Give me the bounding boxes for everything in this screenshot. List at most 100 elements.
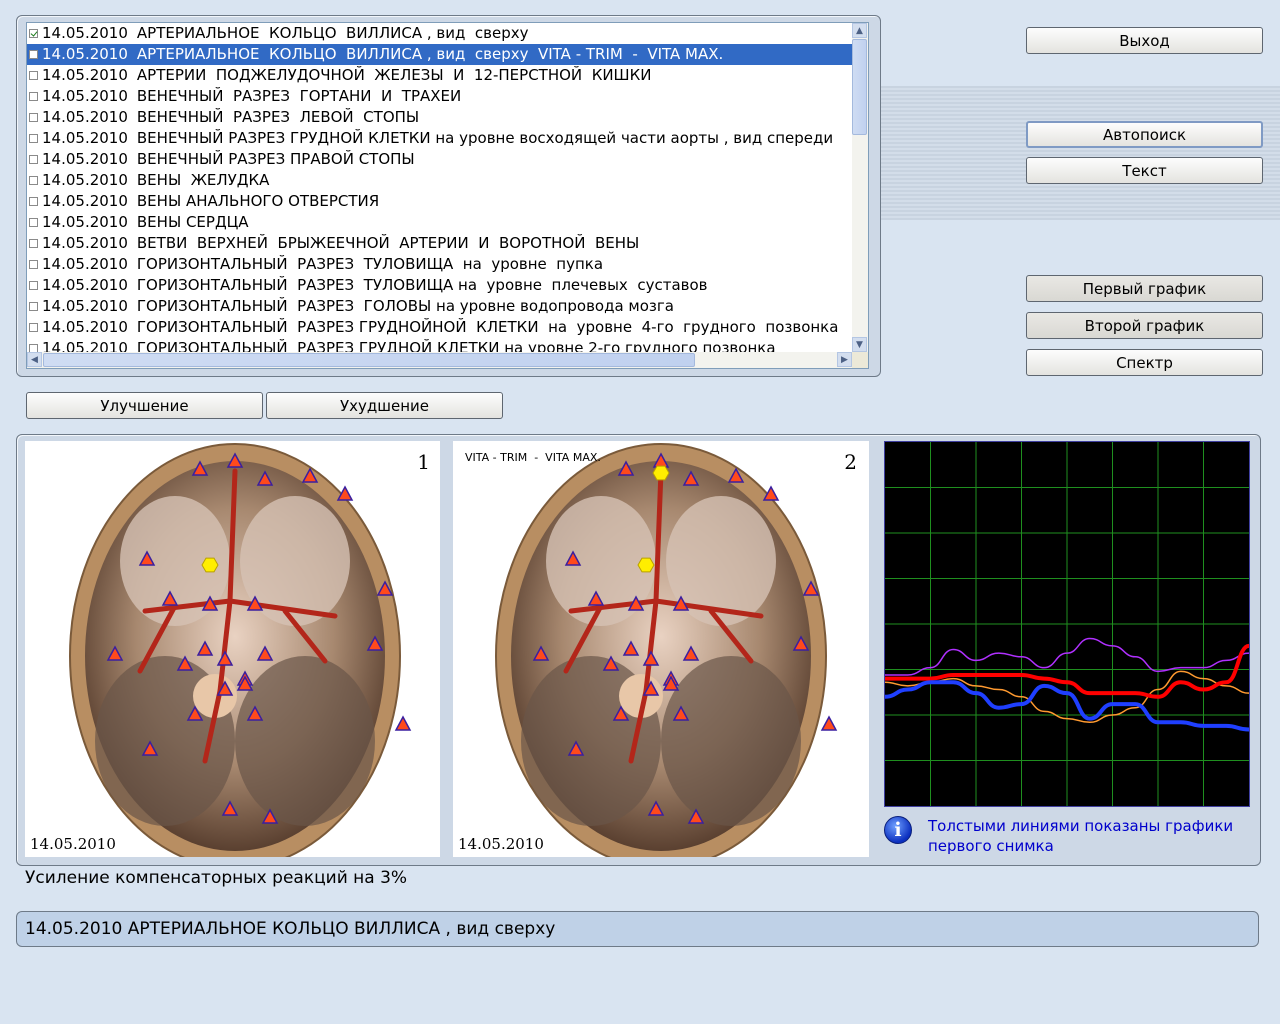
skull-illustration-2: [495, 443, 838, 857]
first-graph-button[interactable]: Первый график: [1026, 275, 1263, 302]
item-text: 14.05.2010 ГОРИЗОНТАЛЬНЫЙ РАЗРЕЗ ТУЛОВИЩА…: [41, 275, 708, 296]
list-item[interactable]: 14.05.2010 ВЕНЫ СЕРДЦА: [27, 212, 852, 233]
item-checkbox[interactable]: [29, 71, 38, 80]
autosearch-button[interactable]: Автопоиск: [1026, 121, 1263, 148]
list-item[interactable]: 14.05.2010 ГОРИЗОНТАЛЬНЫЙ РАЗРЕЗ ГРУДНОЙ …: [27, 338, 852, 352]
scan-image-2[interactable]: VITA - TRIM - VITA MAX. 2 14.05.2010: [453, 441, 869, 857]
item-text: 14.05.2010 ГОРИЗОНТАЛЬНЫЙ РАЗРЕЗ ТУЛОВИЩА…: [41, 254, 603, 275]
list-item[interactable]: 14.05.2010 ГОРИЗОНТАЛЬНЫЙ РАЗРЕЗ ТУЛОВИЩА…: [27, 254, 852, 275]
deterioration-button[interactable]: Ухудшение: [266, 392, 503, 419]
scroll-up-arrow-icon[interactable]: ▲: [852, 23, 867, 38]
list-item[interactable]: 14.05.2010 ВЕНЕЧНЫЙ РАЗРЕЗ ПРАВОЙ СТОПЫ: [27, 149, 852, 170]
item-checkbox[interactable]: [29, 218, 38, 227]
skull-fossa-right: [661, 656, 801, 826]
item-text: 14.05.2010 АРТЕРИИ ПОДЖЕЛУДОЧНОЙ ЖЕЛЕЗЫ И…: [41, 65, 651, 86]
info-text: Толстыми линиями показаны графики первог…: [928, 817, 1234, 855]
item-title: ВЕНЕЧНЫЙ РАЗРЕЗ ГРУДНОЙ КЛЕТКИ на уровне…: [136, 129, 834, 147]
item-text: 14.05.2010 ВЕНЫ ЖЕЛУДКА: [41, 170, 269, 191]
item-title: ГОРИЗОНТАЛЬНЫЙ РАЗРЕЗ ГРУДНОЙНОЙ КЛЕТКИ …: [136, 318, 839, 336]
item-title: ГОРИЗОНТАЛЬНЫЙ РАЗРЕЗ ГОЛОВЫ на уровне в…: [136, 297, 674, 315]
list-item[interactable]: 14.05.2010 ГОРИЗОНТАЛЬНЫЙ РАЗРЕЗ ТУЛОВИЩА…: [27, 275, 852, 296]
list-item[interactable]: 14.05.2010 АРТЕРИИ ПОДЖЕЛУДОЧНОЙ ЖЕЛЕЗЫ И…: [27, 65, 852, 86]
list-item[interactable]: 14.05.2010 ВЕНЕЧНЫЙ РАЗРЕЗ ГРУДНОЙ КЛЕТКИ…: [27, 128, 852, 149]
text-button[interactable]: Текст: [1026, 157, 1263, 184]
item-text: 14.05.2010 ГОРИЗОНТАЛЬНЫЙ РАЗРЕЗ ГРУДНОЙ …: [41, 338, 776, 352]
spectrum-button[interactable]: Спектр: [1026, 349, 1263, 376]
item-label: 14.05.2010: [42, 150, 128, 168]
selected-record-title: 14.05.2010 АРТЕРИАЛЬНОЕ КОЛЬЦО ВИЛЛИСА ,…: [16, 911, 1259, 947]
item-label: 14.05.2010: [42, 45, 128, 63]
vertical-scrollbar[interactable]: ▲ ▼: [852, 23, 868, 352]
item-label: 14.05.2010: [42, 129, 128, 147]
item-title: ВЕНЕЧНЫЙ РАЗРЕЗ ЛЕВОЙ СТОПЫ: [136, 108, 420, 126]
item-title: АРТЕРИИ ПОДЖЕЛУДОЧНОЙ ЖЕЛЕЗЫ И 12-ПЕРСТН…: [136, 66, 652, 84]
info-icon: i: [884, 816, 912, 844]
improvement-button[interactable]: Улучшение: [26, 392, 263, 419]
item-text: 14.05.2010 АРТЕРИАЛЬНОЕ КОЛЬЦО ВИЛЛИСА , …: [41, 23, 528, 44]
item-text: 14.05.2010 ВЕНЕЧНЫЙ РАЗРЕЗ ГРУДНОЙ КЛЕТКИ…: [41, 128, 833, 149]
list-item[interactable]: 14.05.2010 ВЕНЕЧНЫЙ РАЗРЕЗ ЛЕВОЙ СТОПЫ: [27, 107, 852, 128]
status-text: Усиление компенсаторных реакций на 3%: [25, 868, 408, 888]
list-item[interactable]: 14.05.2010 ВЕНЫ ЖЕЛУДКА: [27, 170, 852, 191]
item-text: 14.05.2010 ВЕНЫ СЕРДЦА: [41, 212, 249, 233]
item-title: ВЕНЕЧНЫЙ РАЗРЕЗ ГОРТАНИ И ТРАХЕИ: [136, 87, 462, 105]
image-number-1: 1: [417, 450, 430, 474]
item-label: 14.05.2010: [42, 234, 128, 252]
list-item[interactable]: 14.05.2010 АРТЕРИАЛЬНОЕ КОЛЬЦО ВИЛЛИСА , …: [27, 23, 852, 44]
marker-11: [820, 715, 838, 731]
item-checkbox[interactable]: [29, 239, 38, 248]
item-label: 14.05.2010: [42, 108, 128, 126]
comparison-chart: [884, 441, 1250, 807]
item-checkbox[interactable]: [29, 344, 38, 352]
item-checkbox[interactable]: [29, 50, 38, 59]
item-label: 14.05.2010: [42, 255, 128, 273]
hex-marker: [637, 557, 655, 573]
item-text: 14.05.2010 ВЕНЕЧНЫЙ РАЗРЕЗ ЛЕВОЙ СТОПЫ: [41, 107, 419, 128]
item-checkbox[interactable]: [29, 155, 38, 164]
item-text: 14.05.2010 ВЕНЕЧНЫЙ РАЗРЕЗ ГОРТАНИ И ТРАХ…: [41, 86, 461, 107]
item-checkbox[interactable]: [29, 323, 38, 332]
horizontal-scrollbar[interactable]: ◀ ▶: [27, 352, 852, 368]
scroll-right-arrow-icon[interactable]: ▶: [837, 352, 852, 367]
item-label: 14.05.2010: [42, 24, 128, 42]
record-list[interactable]: 14.05.2010 АРТЕРИАЛЬНОЕ КОЛЬЦО ВИЛЛИСА , …: [26, 22, 869, 369]
decorative-band: [880, 86, 1280, 220]
list-item[interactable]: 14.05.2010 ВЕНЫ АНАЛЬНОГО ОТВЕРСТИЯ: [27, 191, 852, 212]
item-label: 14.05.2010: [42, 318, 128, 336]
scroll-left-arrow-icon[interactable]: ◀: [27, 352, 42, 367]
item-checkbox[interactable]: [29, 92, 38, 101]
hex-marker-top: [652, 465, 670, 481]
list-item[interactable]: 14.05.2010 ВЕНЕЧНЫЙ РАЗРЕЗ ГОРТАНИ И ТРАХ…: [27, 86, 852, 107]
item-text: 14.05.2010 ГОРИЗОНТАЛЬНЫЙ РАЗРЕЗ ГРУДНОЙН…: [41, 317, 838, 338]
item-label: 14.05.2010: [42, 213, 128, 231]
item-title: ВЕНЫ ЖЕЛУДКА: [136, 171, 270, 189]
list-item[interactable]: 14.05.2010 ГОРИЗОНТАЛЬНЫЙ РАЗРЕЗ ГРУДНОЙН…: [27, 317, 852, 338]
horizontal-scroll-thumb[interactable]: [43, 353, 695, 367]
item-label: 14.05.2010: [42, 339, 128, 352]
item-title: ГОРИЗОНТАЛЬНЫЙ РАЗРЕЗ ГРУДНОЙ КЛЕТКИ на …: [136, 339, 776, 352]
item-checkbox[interactable]: [29, 176, 38, 185]
item-text: 14.05.2010 АРТЕРИАЛЬНОЕ КОЛЬЦО ВИЛЛИСА , …: [41, 44, 730, 65]
item-checkbox[interactable]: [29, 281, 38, 290]
scroll-down-arrow-icon[interactable]: ▼: [852, 337, 867, 352]
item-checkbox[interactable]: [29, 260, 38, 269]
vertical-scroll-thumb[interactable]: [852, 39, 867, 135]
item-title: АРТЕРИАЛЬНОЕ КОЛЬЦО ВИЛЛИСА , вид сверху: [136, 24, 529, 42]
list-item[interactable]: 14.05.2010 ВЕТВИ ВЕРХНЕЙ БРЫЖЕЕЧНОЙ АРТЕР…: [27, 233, 852, 254]
second-graph-button[interactable]: Второй график: [1026, 312, 1263, 339]
list-item[interactable]: 14.05.2010 АРТЕРИАЛЬНОЕ КОЛЬЦО ВИЛЛИСА , …: [27, 44, 852, 65]
exit-button[interactable]: Выход: [1026, 27, 1263, 54]
list-item[interactable]: 14.05.2010 ГОРИЗОНТАЛЬНЫЙ РАЗРЕЗ ГОЛОВЫ н…: [27, 296, 852, 317]
item-title: ГОРИЗОНТАЛЬНЫЙ РАЗРЕЗ ТУЛОВИЩА на уровне…: [136, 276, 708, 294]
item-checkbox[interactable]: [29, 113, 38, 122]
item-checkbox[interactable]: [29, 29, 38, 38]
marker-11: [394, 715, 412, 731]
item-checkbox[interactable]: [29, 197, 38, 206]
item-checkbox[interactable]: [29, 302, 38, 311]
hex-marker: [201, 557, 219, 573]
image-caption-2: VITA - TRIM - VITA MAX.: [465, 451, 601, 464]
item-text: 14.05.2010 ГОРИЗОНТАЛЬНЫЙ РАЗРЕЗ ГОЛОВЫ н…: [41, 296, 674, 317]
scan-image-1[interactable]: 1 14.05.2010: [25, 441, 440, 857]
item-title: ВЕТВИ ВЕРХНЕЙ БРЫЖЕЕЧНОЙ АРТЕРИИ И ВОРОТ…: [136, 234, 640, 252]
item-checkbox[interactable]: [29, 134, 38, 143]
